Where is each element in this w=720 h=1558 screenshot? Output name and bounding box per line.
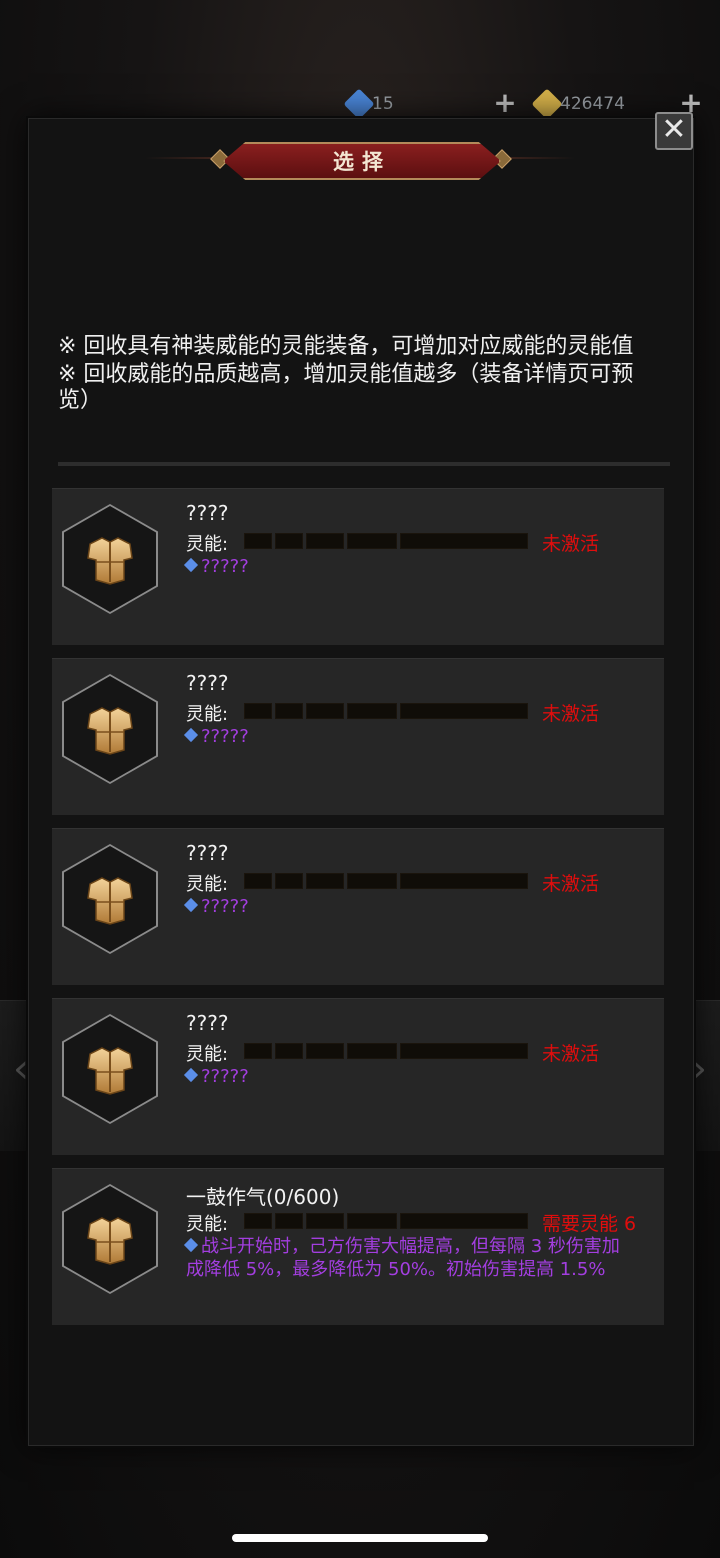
item-icon-frame — [62, 844, 158, 954]
item-icon-background — [64, 1186, 156, 1292]
power-bar-segment — [306, 1213, 344, 1229]
power-bar-segment — [347, 1213, 397, 1229]
power-bar-segment — [347, 533, 397, 549]
item-effect-text: ????? — [201, 896, 249, 917]
gem-icon — [343, 88, 375, 120]
item-effect: ????? — [183, 895, 626, 918]
power-bar — [244, 1213, 532, 1229]
power-bar — [244, 1043, 532, 1059]
item-name: ???? — [186, 671, 229, 695]
item-card[interactable]: ???? 灵能: 未激活 ????? — [52, 828, 664, 985]
power-bar-segment — [400, 533, 528, 549]
power-bar-segment — [347, 873, 397, 889]
item-card[interactable]: 一鼓作气(0/600) 灵能: 需要灵能 6 战斗开始时，己方伤害大幅提高，但每… — [52, 1168, 664, 1325]
item-effect: ????? — [183, 725, 626, 748]
note-2: ※ 回收威能的品质越高，增加灵能值越多（装备详情页可预览） — [58, 362, 634, 413]
armor-icon — [82, 702, 138, 758]
diamond-bullet-icon — [183, 1237, 199, 1253]
item-card[interactable]: ???? 灵能: 未激活 ????? — [52, 658, 664, 815]
power-bar-segment — [275, 703, 303, 719]
power-bar-segment — [244, 703, 272, 719]
item-effect: 战斗开始时，己方伤害大幅提高，但每隔 3 秒伤害加成降低 5%，最多降低为 50… — [183, 1235, 626, 1281]
item-effect-text: ????? — [201, 1066, 249, 1087]
power-bar-segment — [275, 1043, 303, 1059]
power-bar-segment — [275, 873, 303, 889]
power-label: 灵能: — [186, 874, 229, 895]
item-icon-background — [64, 506, 156, 612]
power-bar-segment — [347, 1043, 397, 1059]
power-bar — [244, 873, 532, 889]
power-bar-segment — [306, 873, 344, 889]
item-status: 未激活 — [542, 1043, 600, 1065]
power-bar-segment — [244, 1043, 272, 1059]
item-status: 未激活 — [542, 703, 600, 725]
item-effect-text: 战斗开始时，己方伤害大幅提高，但每隔 3 秒伤害加成降低 5%，最多降低为 50… — [186, 1236, 620, 1280]
item-name: ???? — [186, 841, 229, 865]
note-1: ※ 回收具有神装威能的灵能装备，可增加对应威能的灵能值 — [58, 334, 634, 359]
item-effect-text: ????? — [201, 726, 249, 747]
close-icon: ✕ — [661, 112, 687, 147]
item-icon-frame — [62, 504, 158, 614]
power-label: 灵能: — [186, 1214, 229, 1235]
item-card[interactable]: ???? 灵能: 未激活 ????? — [52, 998, 664, 1155]
item-icon-background — [64, 1016, 156, 1122]
add-gems-button[interactable]: + — [492, 89, 518, 117]
item-icon-frame — [62, 674, 158, 784]
power-bar-segment — [244, 533, 272, 549]
dialog-title: 选择 — [333, 150, 391, 174]
item-name: 一鼓作气(0/600) — [186, 1185, 340, 1209]
diamond-bullet-icon — [183, 557, 199, 573]
power-bar-segment — [275, 1213, 303, 1229]
power-bar-segment — [400, 1213, 528, 1229]
home-indicator — [232, 1534, 488, 1542]
armor-icon — [82, 532, 138, 588]
item-name: ???? — [186, 1011, 229, 1035]
item-effect: ????? — [183, 1065, 626, 1088]
notes: ※ 回收具有神装威能的灵能装备，可增加对应威能的灵能值 ※ 回收威能的品质越高，… — [58, 334, 658, 416]
power-bar — [244, 703, 532, 719]
power-bar — [244, 533, 532, 549]
power-bar-segment — [244, 1213, 272, 1229]
power-bar-segment — [400, 703, 528, 719]
power-bar-segment — [400, 1043, 528, 1059]
diamond-bullet-icon — [183, 727, 199, 743]
close-button[interactable]: ✕ — [655, 112, 693, 150]
item-icon-frame — [62, 1014, 158, 1124]
item-card[interactable]: ???? 灵能: 未激活 ????? — [52, 488, 664, 645]
power-bar-segment — [347, 703, 397, 719]
power-bar-segment — [275, 533, 303, 549]
power-bar-segment — [400, 873, 528, 889]
power-bar-segment — [244, 873, 272, 889]
item-icon-frame — [62, 1184, 158, 1294]
item-effect-text: ????? — [201, 556, 249, 577]
gem-count: 15 — [372, 94, 394, 114]
gold-icon — [531, 88, 563, 120]
power-label: 灵能: — [186, 1044, 229, 1065]
power-bar-segment — [306, 1043, 344, 1059]
title-banner: 选择 — [223, 142, 501, 180]
item-effect: ????? — [183, 555, 626, 578]
item-status: 需要灵能 6 — [542, 1213, 637, 1235]
power-label: 灵能: — [186, 534, 229, 555]
item-status: 未激活 — [542, 533, 600, 555]
diamond-bullet-icon — [183, 1067, 199, 1083]
armor-icon — [82, 1212, 138, 1268]
item-status: 未激活 — [542, 873, 600, 895]
power-bar-segment — [306, 533, 344, 549]
item-icon-background — [64, 676, 156, 782]
diamond-bullet-icon — [183, 897, 199, 913]
power-bar-segment — [306, 703, 344, 719]
power-label: 灵能: — [186, 704, 229, 725]
item-name: ???? — [186, 501, 229, 525]
gem-counter: 15 — [343, 86, 394, 122]
armor-icon — [82, 872, 138, 928]
item-icon-background — [64, 846, 156, 952]
gold-count: 426474 — [560, 94, 625, 114]
divider — [58, 462, 670, 466]
gold-counter: 426474 — [531, 86, 625, 122]
armor-icon — [82, 1042, 138, 1098]
